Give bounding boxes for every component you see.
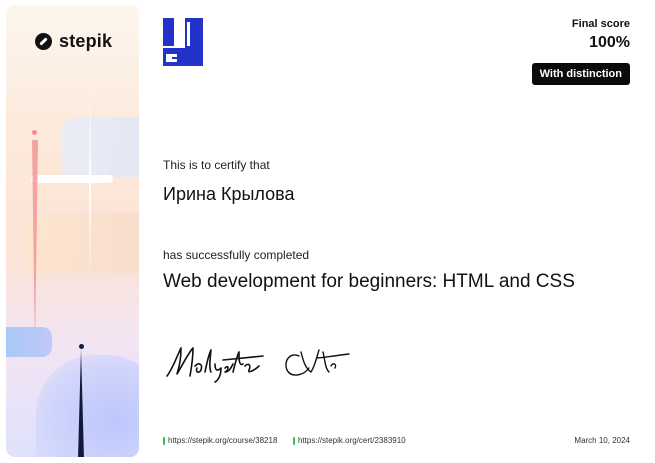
stepik-logo: stepik [35, 31, 112, 52]
stepik-logo-icon [35, 33, 52, 50]
link-indicator-icon [293, 436, 295, 445]
signature-2 [285, 349, 350, 376]
cert-link[interactable]: https://stepik.org/cert/2383910 [293, 436, 406, 445]
completed-text: has successfully completed [163, 248, 310, 262]
issue-date: March 10, 2024 [574, 436, 630, 445]
certify-text: This is to certify that [163, 158, 270, 172]
course-link[interactable]: https://stepik.org/course/38218 [163, 436, 277, 445]
signature-1 [166, 347, 264, 383]
cert-link-text[interactable]: https://stepik.org/cert/2383910 [298, 436, 406, 445]
signatures [166, 347, 350, 383]
decorative-glow [36, 355, 139, 457]
final-score-value: 100% [589, 34, 630, 51]
recipient-name: Ирина Крылова [163, 184, 295, 204]
final-score-label: Final score [571, 18, 630, 30]
decorative-shape [26, 213, 139, 273]
final-score-block: Final score 100% [572, 18, 630, 52]
distinction-badge: With distinction [531, 63, 630, 85]
decorative-sidebar: stepik [6, 5, 139, 457]
logo-text: stepik [59, 31, 113, 51]
decorative-bar [31, 175, 113, 183]
course-link-text[interactable]: https://stepik.org/course/38218 [168, 436, 277, 445]
decorative-line [89, 83, 91, 283]
decorative-spike [78, 349, 84, 457]
decorative-dot [32, 130, 37, 135]
decorative-shape [6, 327, 52, 357]
decorative-spike [32, 140, 38, 350]
decorative-shape [61, 117, 139, 177]
course-logo-icon [163, 18, 203, 66]
link-indicator-icon [163, 436, 165, 445]
course-title: Web development for beginners: HTML and … [163, 271, 575, 292]
